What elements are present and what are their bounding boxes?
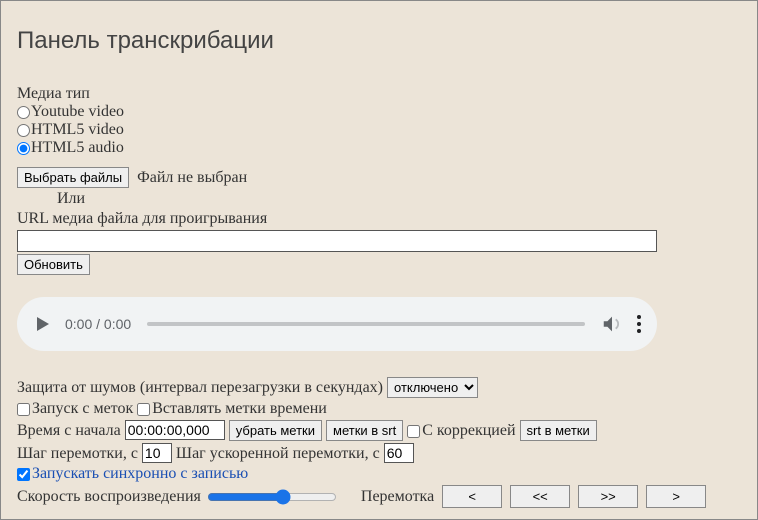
radio-html5video-text: HTML5 video <box>31 121 124 138</box>
or-label: Или <box>57 190 741 208</box>
transcription-panel: Панель транскрибации Медиа тип Youtube v… <box>0 0 758 520</box>
choose-files-button[interactable]: Выбрать файлы <box>17 167 129 188</box>
radio-youtube[interactable] <box>17 106 30 119</box>
fast-step-label: Шаг ускоренной перемотки, с <box>176 445 380 462</box>
noise-select[interactable]: отключено <box>387 377 478 398</box>
sync-with-record-checkbox[interactable] <box>17 468 30 481</box>
srt-to-marks-button[interactable]: srt в метки <box>520 420 597 441</box>
rewind-back-button[interactable]: < <box>442 485 502 508</box>
player-time: 0:00 / 0:00 <box>65 316 131 332</box>
radio-html5audio-text: HTML5 audio <box>31 139 124 156</box>
start-from-marks-checkbox[interactable] <box>17 403 30 416</box>
update-button[interactable]: Обновить <box>17 254 90 275</box>
rewind-forward-button[interactable]: > <box>646 485 706 508</box>
insert-timestamps-checkbox[interactable] <box>137 403 150 416</box>
file-chooser-row: Выбрать файлы Файл не выбран <box>17 167 741 188</box>
fast-step-input[interactable] <box>384 443 414 463</box>
radio-html5audio[interactable] <box>17 142 30 155</box>
url-label: URL медиа файла для проигрывания <box>17 210 741 228</box>
more-icon[interactable] <box>637 315 641 333</box>
player-progress[interactable] <box>147 322 585 326</box>
time-from-start-input[interactable] <box>125 420 225 440</box>
remove-marks-button[interactable]: убрать метки <box>229 420 322 441</box>
media-url-input[interactable] <box>17 230 657 252</box>
rewind-fastforward-button[interactable]: >> <box>578 485 638 508</box>
with-correction-checkbox[interactable] <box>407 425 420 438</box>
sync-with-record-label[interactable]: Запускать синхронно с записью <box>17 465 248 482</box>
marks-to-srt-button[interactable]: метки в srt <box>326 420 403 441</box>
file-status-text: Файл не выбран <box>137 169 247 186</box>
rewind-step-label: Шаг перемотки, с <box>17 445 138 462</box>
radio-youtube-text: Youtube video <box>31 103 124 120</box>
radio-youtube-label[interactable]: Youtube video <box>17 103 741 121</box>
time-from-start-label: Время с начала <box>17 422 121 439</box>
rewind-fastback-button[interactable]: << <box>510 485 570 508</box>
rewind-step-input[interactable] <box>142 443 172 463</box>
rewind-label: Перемотка <box>361 488 434 505</box>
noise-label: Защита от шумов (интервал перезагрузки в… <box>17 379 383 396</box>
playback-speed-label: Скорость воспроизведения <box>17 488 201 505</box>
panel-title: Панель транскрибации <box>17 27 741 55</box>
media-type-group: Медиа тип Youtube video HTML5 video HTML… <box>17 85 741 157</box>
play-icon[interactable] <box>37 317 49 331</box>
insert-timestamps-label[interactable]: Вставлять метки времени <box>137 400 327 417</box>
media-type-label: Медиа тип <box>17 85 741 103</box>
volume-icon[interactable] <box>601 313 623 335</box>
radio-html5audio-label[interactable]: HTML5 audio <box>17 139 741 157</box>
with-correction-label[interactable]: С коррекцией <box>407 422 515 439</box>
radio-html5video[interactable] <box>17 124 30 137</box>
controls-block: Защита от шумов (интервал перезагрузки в… <box>17 377 741 508</box>
playback-speed-slider[interactable] <box>207 489 337 505</box>
start-from-marks-label[interactable]: Запуск с меток <box>17 400 133 417</box>
audio-player[interactable]: 0:00 / 0:00 <box>17 297 657 351</box>
radio-html5video-label[interactable]: HTML5 video <box>17 121 741 139</box>
